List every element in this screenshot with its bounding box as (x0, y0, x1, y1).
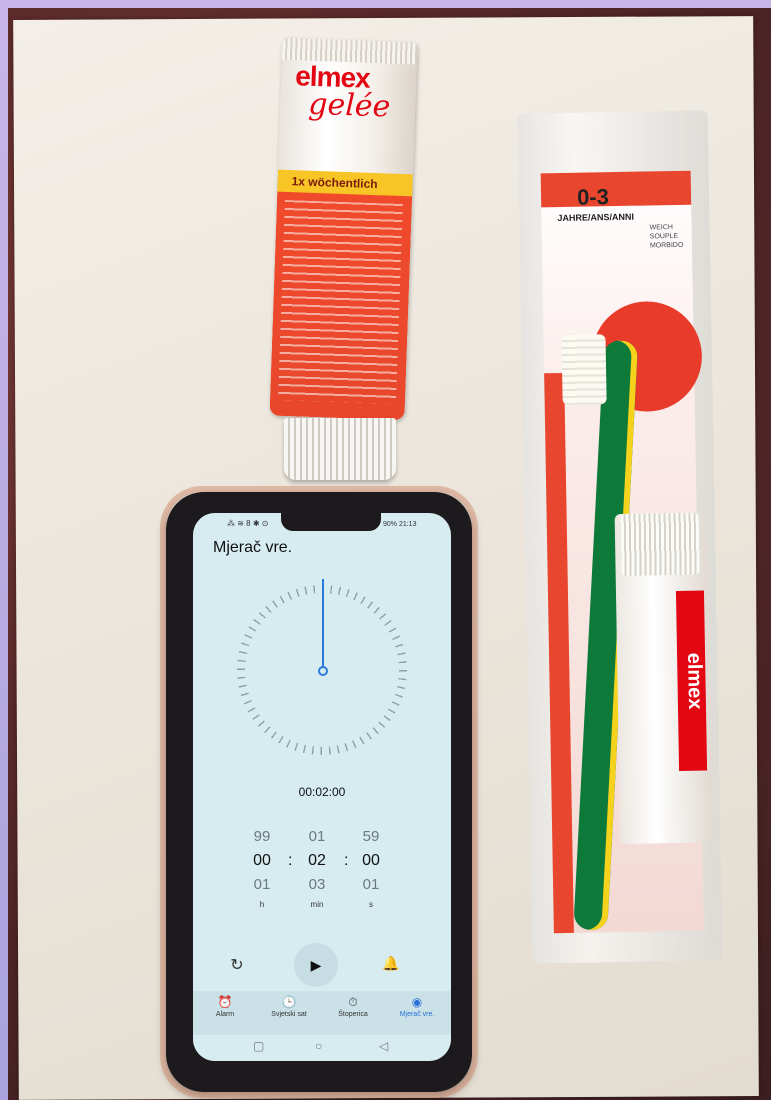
tube-band: 1x wöchentlich (277, 169, 413, 197)
package-softness: WEICH SOUPLE MORBIDO (650, 223, 684, 251)
tab-timer[interactable]: ◉ Mjerač vre. (385, 995, 449, 1018)
picker-separator: : (288, 852, 293, 869)
seconds-selected[interactable]: 00 (351, 852, 391, 876)
hours-picker[interactable]: 99 00 01 h (242, 828, 282, 914)
back-icon[interactable]: ◁ (379, 1039, 388, 1053)
bottom-nav: ⏰ Alarm 🕒 Svjetski sat ⏱ Štoperica ◉ Mje… (193, 991, 451, 1035)
minutes-selected[interactable]: 02 (297, 852, 337, 876)
toothpaste-tube: elmex gelée 1x wöchentlich (269, 37, 418, 480)
home-icon[interactable]: ○ (315, 1039, 322, 1053)
hours-selected[interactable]: 00 (242, 852, 282, 876)
tab-world-clock-label: Svjetski sat (271, 1011, 307, 1018)
bell-icon[interactable]: 🔔 (381, 955, 401, 975)
tab-world-clock[interactable]: 🕒 Svjetski sat (257, 995, 321, 1018)
stopwatch-icon: ⏱ (348, 995, 358, 1009)
seconds-next[interactable]: 01 (351, 876, 391, 900)
package-age-line: JAHRE/ANS/ANNI (557, 211, 635, 224)
tube-cap (284, 418, 396, 480)
recent-apps-icon[interactable]: ▢ (253, 1039, 264, 1053)
tab-stopwatch[interactable]: ⏱ Štoperica (321, 995, 385, 1018)
seconds-prev[interactable]: 59 (351, 828, 391, 852)
mini-toothpaste-brand: elmex (675, 590, 708, 772)
tab-stopwatch-label: Štoperica (338, 1011, 368, 1018)
minutes-unit: min (310, 900, 324, 909)
alarm-icon: ⏰ (217, 995, 233, 1009)
timer-readout: 00:02:00 (298, 785, 346, 799)
tab-timer-label: Mjerač vre. (399, 1011, 435, 1018)
tab-alarm[interactable]: ⏰ Alarm (193, 995, 257, 1018)
hours-unit: h (259, 900, 265, 909)
package-header (540, 170, 692, 208)
tab-alarm-label: Alarm (215, 1011, 235, 1018)
tube-body: elmex gelée 1x wöchentlich (269, 37, 418, 421)
camera-notch (281, 513, 381, 531)
minutes-picker[interactable]: 01 02 03 min (297, 828, 337, 914)
seconds-picker[interactable]: 59 00 01 s (351, 828, 391, 914)
status-battery-time: 90% 21:13 (383, 521, 417, 528)
picker-separator: : (344, 852, 349, 869)
toothbrush-head (561, 334, 607, 405)
tube-product: gelée (307, 86, 391, 125)
timer-hand-pivot (318, 666, 328, 676)
phone-screen: ⁂ ≋ 8 ✱ ⊙ 90% 21:13 Mjerač vre. 00:02:00… (193, 513, 451, 1061)
package-age: 0-3 (576, 184, 610, 210)
reset-icon[interactable]: ↻ (227, 955, 247, 975)
hours-next[interactable]: 01 (242, 876, 282, 900)
minutes-prev[interactable]: 01 (297, 828, 337, 852)
tube-fine-print (277, 199, 403, 404)
mini-toothpaste-cap (620, 512, 700, 576)
page-title: Mjerač vre. (213, 539, 293, 556)
hours-prev[interactable]: 99 (242, 828, 282, 852)
timer-icon: ◉ (411, 995, 423, 1009)
softness-it: MORBIDO (649, 241, 684, 250)
status-icons: ⁂ ≋ 8 ✱ ⊙ (227, 519, 269, 528)
seconds-unit: s (369, 900, 373, 909)
toothbrush-package: 0-3 JAHRE/ANS/ANNI WEICH SOUPLE MORBIDO … (517, 110, 723, 964)
timer-controls: ↻ ▶ 🔔 (193, 943, 451, 987)
play-button[interactable]: ▶ (294, 943, 338, 987)
system-nav-bar: ▢ ○ ◁ (193, 1035, 451, 1061)
clock-icon: 🕒 (281, 995, 297, 1009)
minutes-next[interactable]: 03 (297, 876, 337, 900)
timer-hand (322, 579, 324, 669)
